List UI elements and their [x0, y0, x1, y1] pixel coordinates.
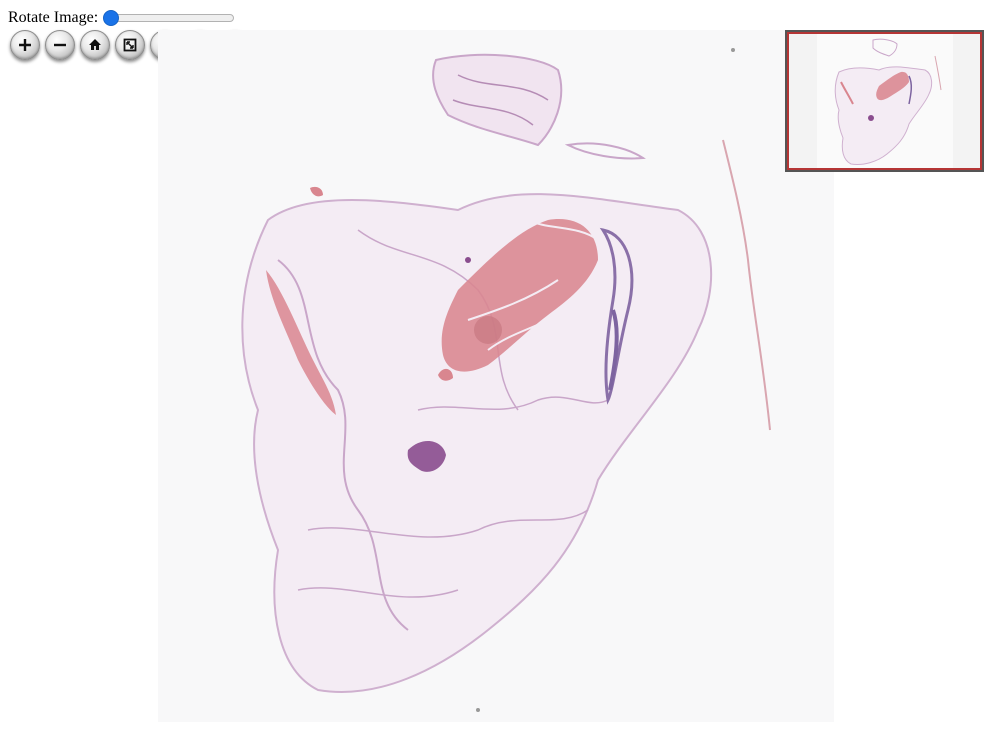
rotate-slider[interactable] — [103, 10, 235, 26]
zoom-in-button[interactable] — [10, 30, 40, 60]
minus-icon — [54, 43, 66, 47]
navigator-viewport-box[interactable] — [787, 32, 982, 170]
slide-viewer[interactable] — [158, 30, 834, 722]
full-page-button[interactable] — [115, 30, 145, 60]
home-icon — [89, 39, 101, 50]
rotate-label: Rotate Image: — [8, 9, 99, 26]
rotate-control: Rotate Image: — [8, 8, 235, 28]
tissue-slide-image — [241, 48, 771, 712]
home-button[interactable] — [80, 30, 110, 60]
plus-icon — [19, 39, 31, 51]
navigator-panel[interactable] — [785, 30, 984, 172]
fullscreen-icon — [123, 38, 137, 52]
rotate-slider-thumb[interactable] — [103, 10, 120, 26]
zoom-out-button[interactable] — [45, 30, 75, 60]
